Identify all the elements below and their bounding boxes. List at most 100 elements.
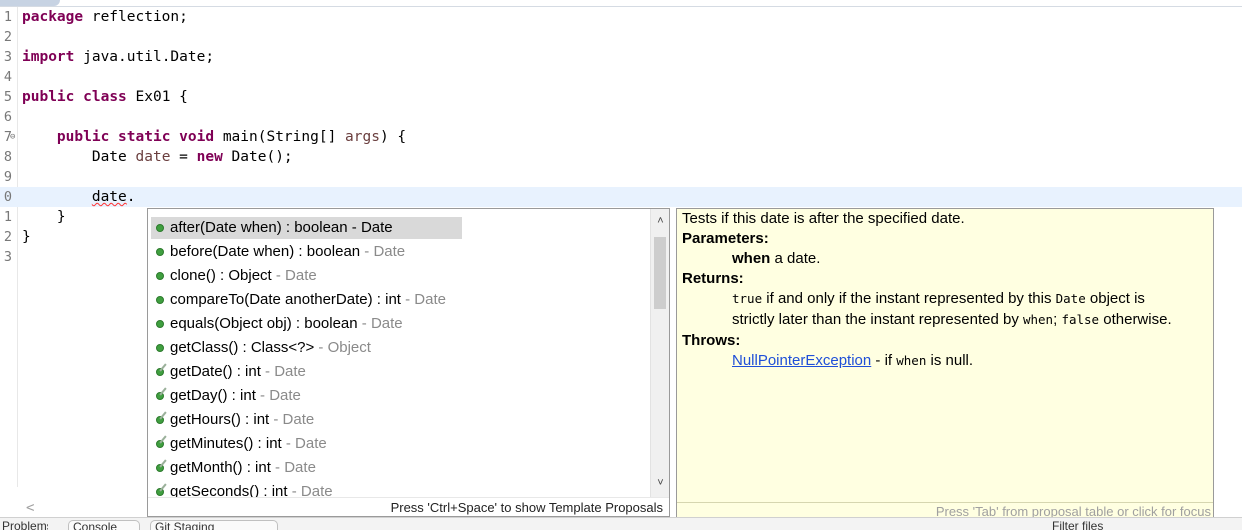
proposal-signature: clone() : Object — [170, 267, 272, 284]
code-line[interactable]: 0 date. — [0, 187, 1242, 207]
keyword-token: static — [118, 129, 171, 145]
proposal-item[interactable]: equals(Object obj) : boolean - Date — [151, 313, 403, 335]
line-number: 0 — [3, 189, 12, 205]
proposal-item[interactable]: before(Date when) : boolean - Date — [151, 241, 405, 263]
variable-token: args — [345, 129, 380, 145]
proposal-item[interactable]: getSeconds() : int - Date — [151, 481, 333, 497]
scroll-down-icon[interactable]: ˅ — [651, 477, 670, 489]
null-pointer-exception-link[interactable]: NullPointerException — [732, 352, 871, 369]
proposal-signature: getSeconds() : int — [170, 483, 288, 497]
code-line[interactable]: 3 import java.util.Date; — [0, 47, 1242, 67]
code-line[interactable]: 7 ⊖ public static void main(String[] args… — [0, 127, 1242, 147]
variable-token: date — [135, 149, 171, 165]
code-token: } — [22, 209, 66, 225]
public-method-icon — [156, 248, 164, 256]
proposal-declaring-type: - Date — [347, 219, 393, 236]
proposal-item[interactable]: getDay() : int - Date — [151, 385, 301, 407]
proposal-scrollbar[interactable]: ˄ ˅ — [650, 209, 669, 497]
code-line[interactable]: 1 package reflection; — [0, 7, 1242, 27]
doc-throws-line: NullPointerException - if when is null. — [732, 351, 973, 371]
proposal-declaring-type: - Date — [281, 435, 327, 452]
code-text: } — [22, 227, 31, 247]
line-number: 8 — [3, 149, 12, 165]
doc-throws-heading: Throws: — [682, 332, 741, 349]
code-token: Date(); — [222, 149, 293, 165]
proposal-signature: getClass() : Class<?> — [170, 339, 315, 356]
line-number: 4 — [3, 69, 12, 85]
proposal-declaring-type: - Date — [360, 243, 406, 260]
proposal-declaring-type: - Date — [357, 315, 403, 332]
proposal-signature: after(Date when) : boolean — [170, 219, 348, 236]
line-number: 5 — [3, 89, 12, 105]
line-number: 3 — [3, 249, 12, 265]
doc-returns-text: object is — [1085, 290, 1145, 307]
tab-console[interactable]: Console — [68, 520, 140, 530]
proposal-item[interactable]: after(Date when) : boolean - Date — [151, 217, 462, 239]
proposal-item[interactable]: compareTo(Date anotherDate) : int - Date — [151, 289, 446, 311]
proposal-signature: getDate() : int — [170, 363, 261, 380]
proposal-item[interactable]: getHours() : int - Date — [151, 409, 314, 431]
line-number: 9 — [3, 169, 12, 185]
proposal-item[interactable]: getMinutes() : int - Date — [151, 433, 327, 455]
proposal-declaring-type: - Object — [314, 339, 371, 356]
scroll-left-icon[interactable]: < — [26, 500, 34, 516]
proposal-signature: compareTo(Date anotherDate) : int — [170, 291, 401, 308]
filter-files-input[interactable]: Filter files — [1052, 520, 1142, 530]
proposal-item[interactable]: getMonth() : int - Date — [151, 457, 316, 479]
line-number: 1 — [3, 9, 12, 25]
keyword-token: public — [22, 89, 75, 105]
line-number: 2 — [3, 229, 12, 245]
proposal-item[interactable]: getDate() : int - Date — [151, 361, 306, 383]
code-line[interactable]: 2 — [0, 27, 1242, 47]
line-number: 6 — [3, 109, 12, 125]
tab-git-staging[interactable]: Git Staging — [150, 520, 278, 530]
code-line[interactable]: 4 — [0, 67, 1242, 87]
content-assist-popup[interactable]: after(Date when) : boolean - Date before(… — [147, 208, 670, 517]
code-line[interactable]: 6 — [0, 107, 1242, 127]
proposal-signature: getMinutes() : int — [170, 435, 282, 452]
code-line[interactable]: 9 — [0, 167, 1242, 187]
doc-param-desc: a date. — [770, 250, 821, 267]
keyword-token: import — [22, 49, 75, 65]
proposal-item[interactable]: clone() : Object - Date — [151, 265, 317, 287]
keyword-token: package — [22, 9, 84, 25]
doc-returns-text: otherwise. — [1099, 311, 1172, 328]
code-line[interactable]: 5 public class Ex01 { — [0, 87, 1242, 107]
code-token: main(String[] — [214, 129, 346, 145]
doc-summary: Tests if this date is after the specifie… — [682, 210, 965, 227]
line-number: 1 — [3, 209, 12, 225]
line-number: 2 — [3, 29, 12, 45]
proposal-signature: equals(Object obj) : boolean — [170, 315, 358, 332]
code-token: Ex01 { — [126, 89, 188, 105]
fold-toggle-icon[interactable]: ⊖ — [10, 127, 15, 147]
doc-code-false: false — [1061, 312, 1100, 327]
doc-returns-text: if and only if the instant represented b… — [762, 290, 1056, 307]
scrollbar-thumb[interactable] — [654, 237, 666, 309]
doc-parameters-heading: Parameters: — [682, 230, 769, 247]
code-line[interactable]: 8 Date date = new Date(); — [0, 147, 1242, 167]
proposal-declaring-type: - Date — [255, 387, 301, 404]
editor-tab-edge[interactable] — [0, 0, 60, 6]
doc-code-when: when — [896, 353, 927, 368]
proposal-list[interactable]: after(Date when) : boolean - Date before(… — [148, 209, 651, 497]
bottom-view-tabs: Problems Console Git Staging Filter file… — [0, 517, 1242, 530]
proposal-item[interactable]: getClass() : Class<?> - Object — [151, 337, 371, 359]
scroll-up-icon[interactable]: ˄ — [651, 215, 670, 227]
code-token: } — [22, 229, 31, 245]
tab-problems[interactable]: Problems — [2, 520, 48, 530]
code-text: public static void main(String[] args) { — [22, 127, 406, 147]
editor-tab-strip — [0, 0, 1242, 7]
javadoc-hover[interactable]: Tests if this date is after the specifie… — [676, 208, 1214, 521]
doc-code-true: true — [732, 291, 763, 306]
proposal-footer: Press 'Ctrl+Space' to show Template Prop… — [148, 497, 669, 516]
public-method-icon — [156, 344, 164, 352]
code-token: . — [126, 189, 136, 205]
doc-param-line: when a date. — [732, 249, 820, 269]
code-text: package reflection; — [22, 7, 188, 27]
keyword-token: public — [56, 129, 110, 145]
public-method-icon — [156, 320, 164, 328]
